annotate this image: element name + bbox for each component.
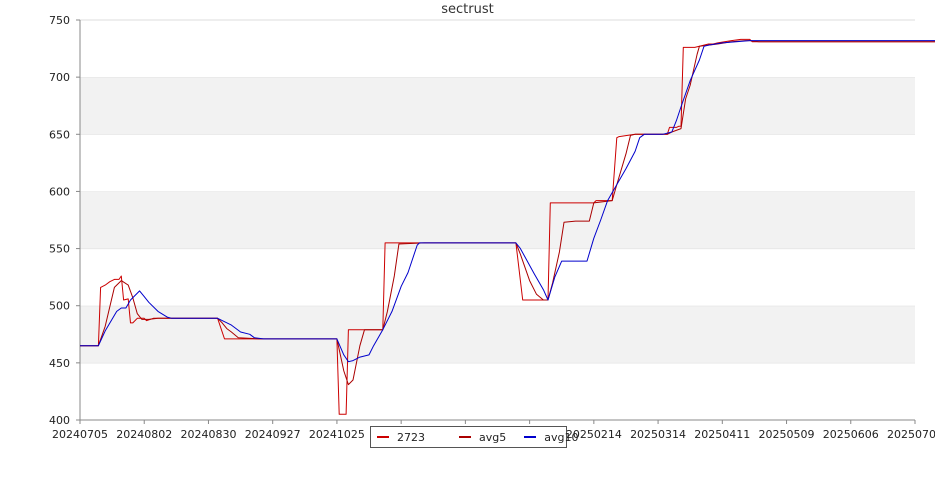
legend-label-2723: 2723 <box>397 430 425 444</box>
y-tick-label: 650 <box>49 128 70 141</box>
x-tick-label: 20250704 <box>887 428 935 441</box>
legend-label-avg5: avg5 <box>479 430 507 444</box>
grid-bands <box>80 19 915 420</box>
x-tick-label: 20240802 <box>116 428 172 441</box>
x-tick-label: 20250606 <box>823 428 879 441</box>
legend-item-avg5: avg5 <box>459 431 506 444</box>
y-tick-label: 750 <box>49 14 70 27</box>
x-tick-label: 20240927 <box>245 428 301 441</box>
x-tick-label: 20250509 <box>759 428 815 441</box>
y-tick-label: 550 <box>49 243 70 256</box>
x-tick-label: 20241025 <box>309 428 365 441</box>
grid-band <box>80 20 915 78</box>
grid-band <box>80 362 915 420</box>
legend-item-2723: 2723 <box>377 431 425 444</box>
y-tick-label: 500 <box>49 300 70 313</box>
x-tick-label: 20240830 <box>180 428 236 441</box>
legend-item-avg10: avg10 <box>524 431 578 444</box>
legend: 2723 avg5 avg10 <box>370 426 578 448</box>
x-tick-label: 20250314 <box>630 428 686 441</box>
y-tick-label: 450 <box>49 357 70 370</box>
x-tick-label: 20250411 <box>694 428 750 441</box>
line-chart: 400 450 500 550 600 650 700 750 20240705 20240802… <box>49 14 935 441</box>
y-tick-label: 700 <box>49 71 70 84</box>
legend-swatch-2723 <box>377 436 389 438</box>
y-tick-label: 600 <box>49 185 70 198</box>
grid-band <box>80 305 915 363</box>
grid-band <box>80 77 915 135</box>
grid-band <box>80 134 915 192</box>
grid-band <box>80 191 915 249</box>
legend-label-avg10: avg10 <box>544 430 579 444</box>
grid-band <box>80 248 915 306</box>
legend-swatch-avg5 <box>459 436 471 438</box>
legend-swatch-avg10 <box>524 436 537 438</box>
x-tick-label: 20240705 <box>52 428 108 441</box>
y-tick-label: 400 <box>49 414 70 427</box>
